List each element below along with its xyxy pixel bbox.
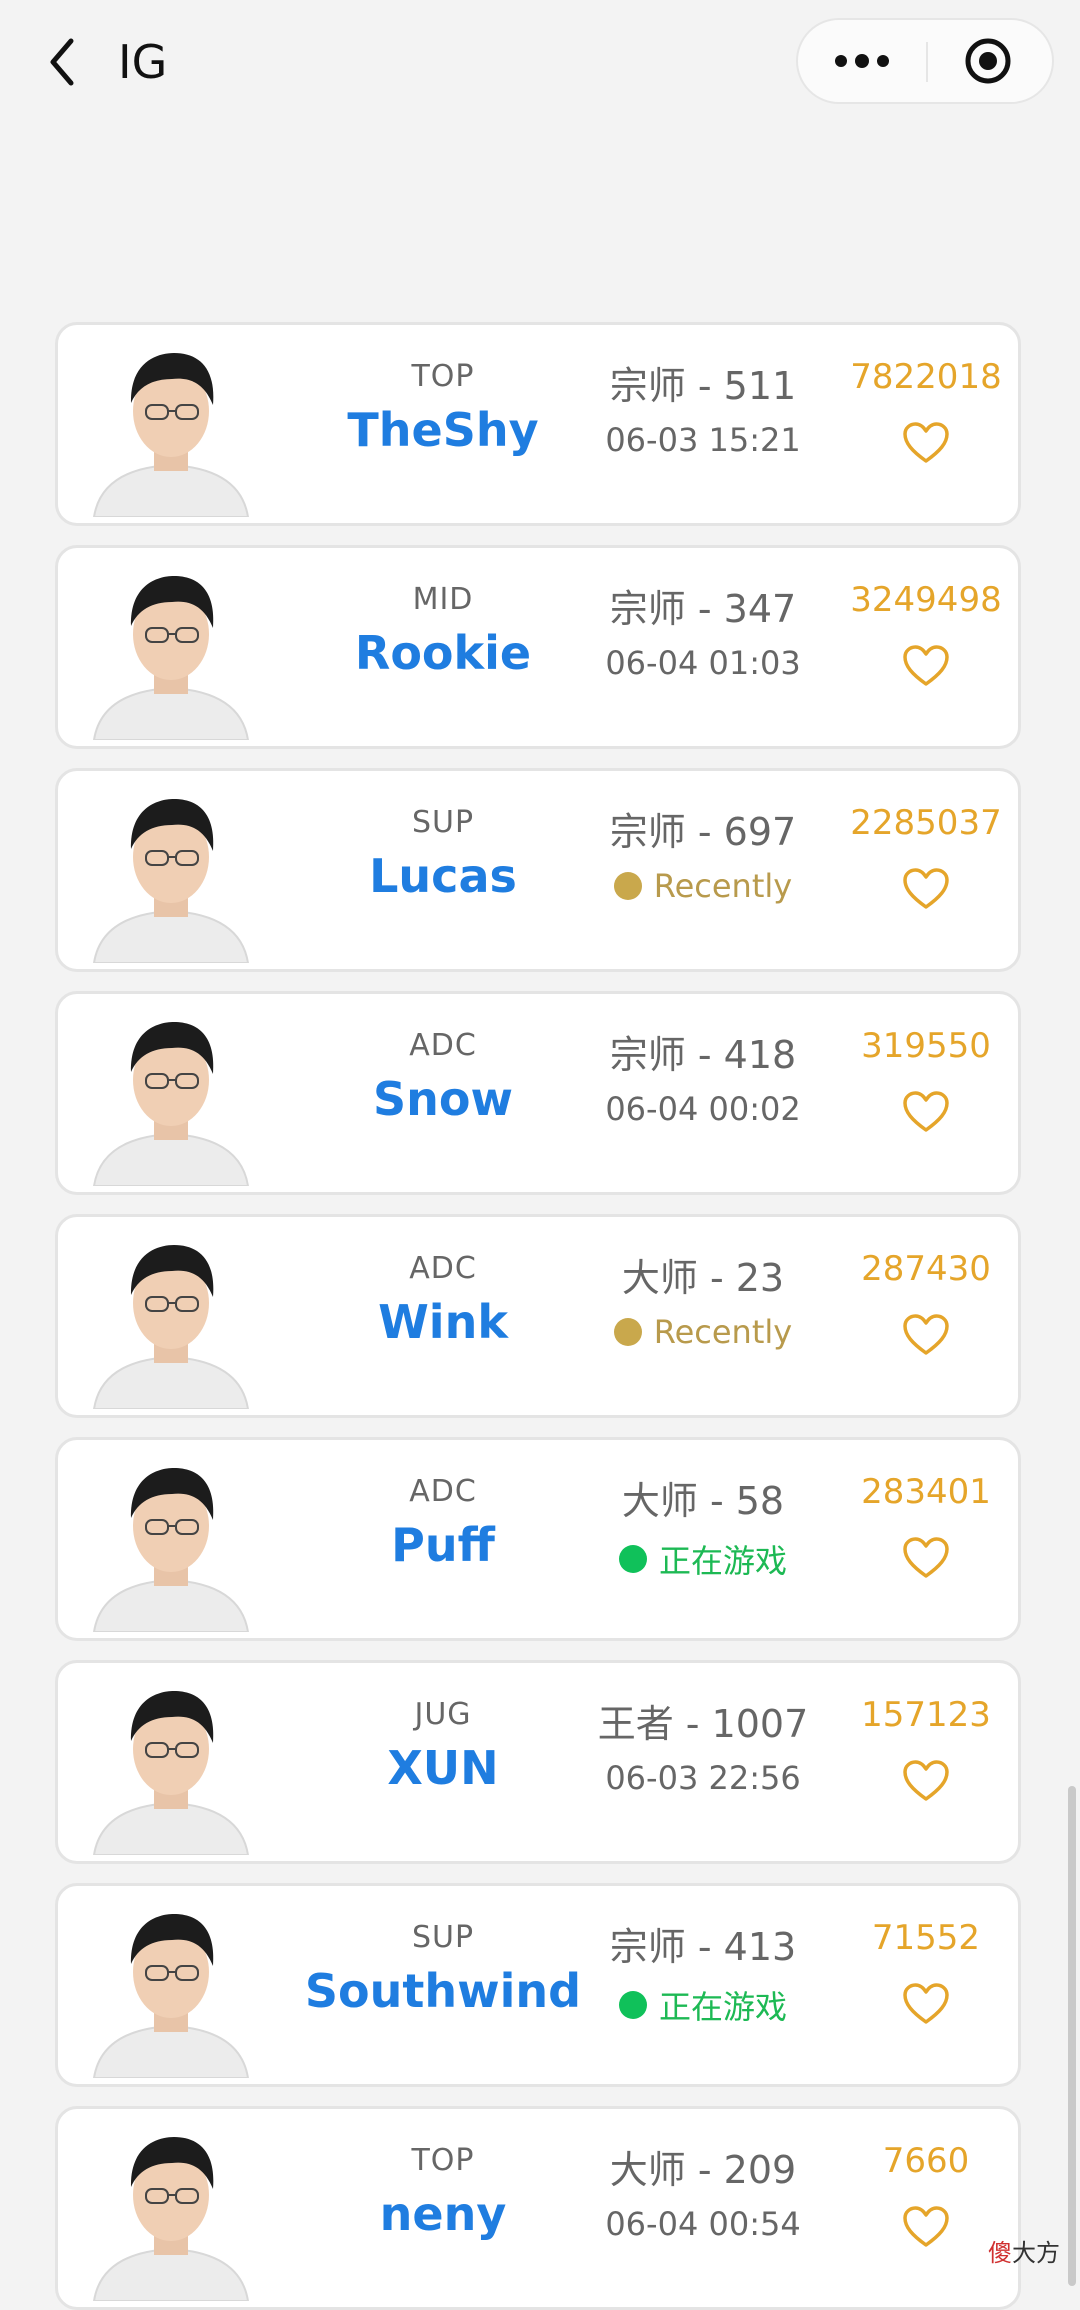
favorite-button[interactable] <box>902 1090 950 1134</box>
heart-outline-icon <box>903 1091 949 1132</box>
more-dots-icon <box>835 54 889 68</box>
favorite-button[interactable] <box>902 1536 950 1580</box>
status-dot-icon <box>618 1545 647 1573</box>
player-status: 正在游戏 <box>518 1536 888 1582</box>
player-card[interactable]: ADC Snow 宗师 - 418 06-04 00:02 319550 <box>55 991 1021 1195</box>
favorite-button[interactable] <box>902 867 950 911</box>
player-status: 06-04 01:03 <box>518 644 888 682</box>
player-photo-icon <box>92 1022 250 1186</box>
favorite-button[interactable] <box>902 1982 950 2026</box>
status-dot-icon <box>613 872 642 900</box>
player-score: 157123 <box>861 1695 991 1735</box>
player-status: 06-03 22:56 <box>518 1759 888 1797</box>
player-score: 7660 <box>882 2141 970 2181</box>
player-card[interactable]: SUP Southwind 宗师 - 413 正在游戏 71552 <box>55 1883 1021 2087</box>
scrollbar[interactable] <box>1068 1786 1076 2286</box>
player-photo-icon <box>92 1468 250 1632</box>
player-status-text: Recently <box>653 1313 793 1351</box>
player-status-text: 正在游戏 <box>658 1542 787 1580</box>
player-status-text: 06-03 15:21 <box>605 421 801 459</box>
player-score: 287430 <box>861 1249 991 1289</box>
page-title: IG <box>118 35 168 89</box>
player-card[interactable]: TOP neny 大师 - 209 06-04 00:54 7660 <box>55 2106 1021 2310</box>
status-dot-icon <box>618 1991 647 2019</box>
heart-outline-icon <box>903 1760 949 1801</box>
heart-outline-icon <box>903 868 949 909</box>
player-photo-icon <box>92 1691 250 1855</box>
player-status: 正在游戏 <box>518 1982 888 2028</box>
player-card[interactable]: ADC Puff 大师 - 58 正在游戏 283401 <box>55 1437 1021 1641</box>
player-status-text: 正在游戏 <box>658 1988 787 2026</box>
close-mini-program-button[interactable] <box>924 20 1052 102</box>
player-avatar <box>86 1677 256 1855</box>
player-avatar <box>86 1454 256 1632</box>
heart-outline-icon <box>903 422 949 463</box>
player-status: 06-04 00:54 <box>518 2205 888 2243</box>
player-photo-icon <box>92 1245 250 1409</box>
mini-program-capsule <box>796 18 1054 104</box>
player-avatar <box>86 1231 256 1409</box>
heart-outline-icon <box>903 1983 949 2024</box>
player-photo-icon <box>92 1914 250 2078</box>
player-photo-icon <box>92 353 250 517</box>
player-card[interactable]: MID Rookie 宗师 - 347 06-04 01:03 3249498 <box>55 545 1021 749</box>
player-status-text: Recently <box>653 867 793 905</box>
player-photo-icon <box>92 576 250 740</box>
heart-outline-icon <box>903 2206 949 2247</box>
more-button[interactable] <box>798 20 926 102</box>
watermark: 傻大方 <box>988 2239 1060 2267</box>
favorite-button[interactable] <box>902 1313 950 1357</box>
player-card[interactable]: JUG XUN 王者 - 1007 06-03 22:56 157123 <box>55 1660 1021 1864</box>
player-status-text: 06-04 01:03 <box>605 644 801 682</box>
chevron-left-icon <box>50 38 74 86</box>
player-status: 06-04 00:02 <box>518 1090 888 1128</box>
target-circle-icon <box>965 38 1011 84</box>
player-photo-icon <box>92 2137 250 2301</box>
player-avatar <box>86 1900 256 2078</box>
player-avatar <box>86 785 256 963</box>
player-avatar <box>86 562 256 740</box>
heart-outline-icon <box>903 1314 949 1355</box>
player-status-text: 06-04 00:02 <box>605 1090 801 1128</box>
favorite-button[interactable] <box>902 644 950 688</box>
favorite-button[interactable] <box>902 421 950 465</box>
player-status: 06-03 15:21 <box>518 421 888 459</box>
player-card[interactable]: TOP TheShy 宗师 - 511 06-03 15:21 7822018 <box>55 322 1021 526</box>
player-status-text: 06-03 22:56 <box>605 1759 801 1797</box>
heart-outline-icon <box>903 645 949 686</box>
favorite-button[interactable] <box>902 1759 950 1803</box>
player-card[interactable]: ADC Wink 大师 - 23 Recently 287430 <box>55 1214 1021 1418</box>
favorite-button[interactable] <box>902 2205 950 2249</box>
player-status: Recently <box>518 867 888 905</box>
player-avatar <box>86 2123 256 2301</box>
player-status-text: 06-04 00:54 <box>605 2205 801 2243</box>
status-dot-icon <box>613 1318 642 1346</box>
player-status: Recently <box>518 1313 888 1351</box>
player-avatar <box>86 339 256 517</box>
player-score: 283401 <box>861 1472 991 1512</box>
player-score: 7822018 <box>850 357 1002 397</box>
player-score: 2285037 <box>850 803 1002 843</box>
player-score: 71552 <box>871 1918 981 1958</box>
player-photo-icon <box>92 799 250 963</box>
player-avatar <box>86 1008 256 1186</box>
player-card[interactable]: SUP Lucas 宗师 - 697 Recently 2285037 <box>55 768 1021 972</box>
back-button[interactable] <box>34 28 90 96</box>
player-score: 319550 <box>861 1026 991 1066</box>
heart-outline-icon <box>903 1537 949 1578</box>
nav-bar: IG <box>0 0 1080 124</box>
player-score: 3249498 <box>850 580 1002 620</box>
